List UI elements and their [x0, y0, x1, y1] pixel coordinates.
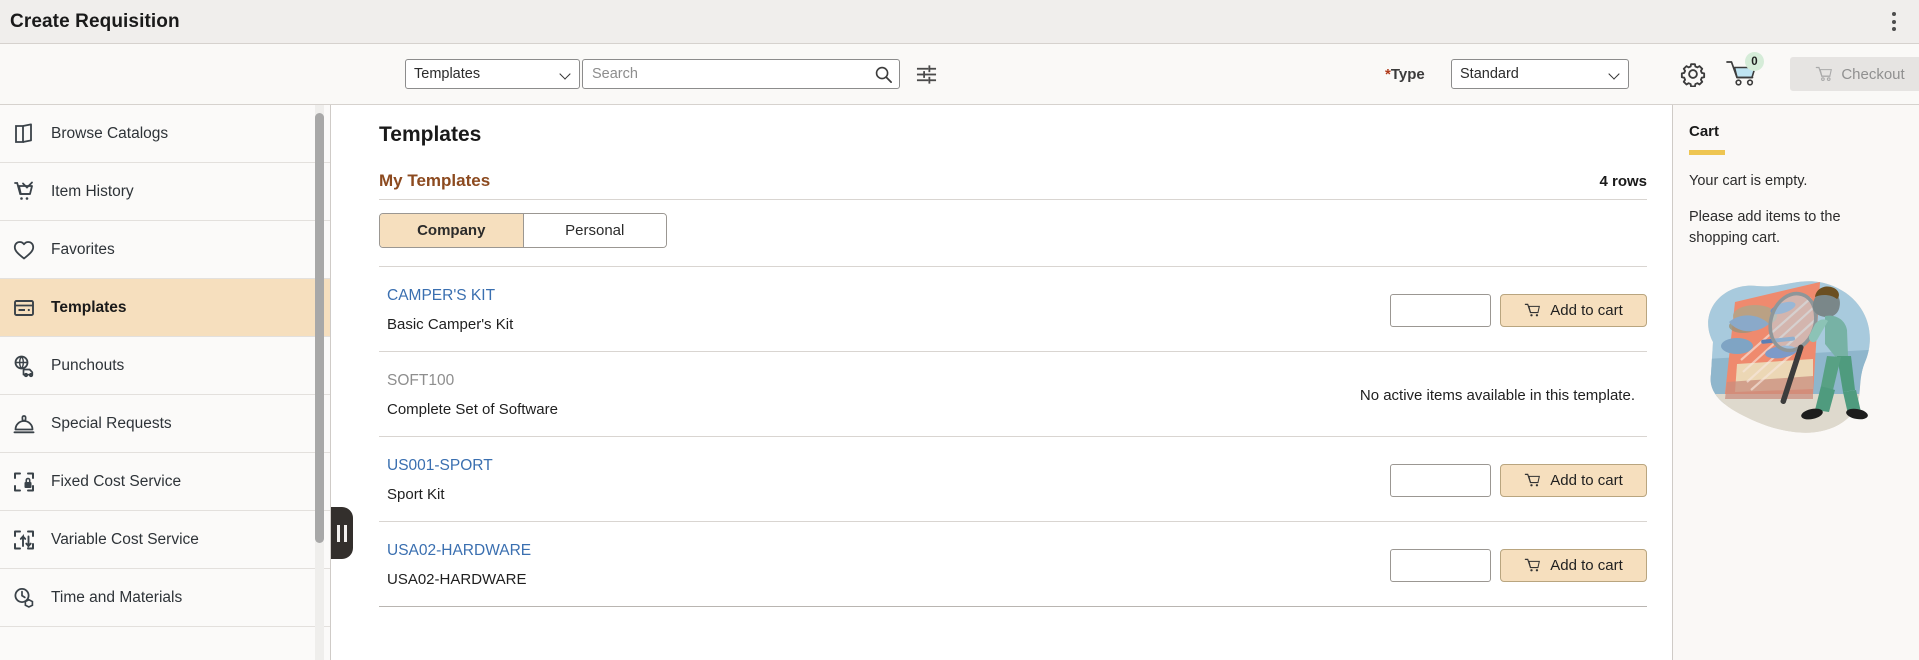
search-toolbar: Templates *Type Standard: [0, 44, 1919, 105]
open-book-icon: [11, 121, 37, 147]
add-to-cart-button[interactable]: Add to cart: [1500, 549, 1647, 582]
sidebar-item-favorites[interactable]: Favorites: [0, 221, 330, 279]
search-scope-select-wrapper: Templates: [0, 59, 580, 89]
table-row: US001-SPORT Sport Kit Add to cart: [379, 436, 1647, 521]
frame-arrows-icon: [11, 527, 37, 553]
page-title: Create Requisition: [0, 11, 180, 33]
collapse-pause-handle-icon[interactable]: [331, 507, 353, 559]
template-description: Basic Camper's Kit: [387, 316, 1390, 333]
cart-icon: [1524, 473, 1541, 488]
frame-lock-icon: [11, 469, 37, 495]
section-title: My Templates: [379, 171, 490, 191]
sidebar-item-label: Special Requests: [51, 415, 172, 433]
template-card-icon: [11, 295, 37, 321]
sidebar-item-punchouts[interactable]: Punchouts: [0, 337, 330, 395]
sidebar-item-special-requests[interactable]: Special Requests: [0, 395, 330, 453]
tab-personal[interactable]: Personal: [524, 214, 667, 247]
template-info: CAMPER'S KIT Basic Camper's Kit: [379, 287, 1390, 333]
sidebar-item-label: Time and Materials: [51, 589, 182, 607]
add-to-cart-button[interactable]: Add to cart: [1500, 294, 1647, 327]
main-page-title: Templates: [379, 123, 1647, 147]
quantity-input[interactable]: [1390, 294, 1491, 327]
cart-title-underline: [1689, 150, 1725, 155]
cart-empty-message-2: Please add items to the shopping cart.: [1689, 207, 1903, 249]
add-to-cart-label: Add to cart: [1550, 472, 1623, 489]
cart-count-badge: 0: [1745, 52, 1764, 71]
type-select-wrapper: Standard: [1451, 59, 1629, 89]
checkout-button-label: Checkout: [1841, 66, 1904, 83]
window-title-bar: Create Requisition: [0, 0, 1919, 44]
quantity-input[interactable]: [1390, 464, 1491, 497]
clock-box-icon: [11, 585, 37, 611]
quantity-input[interactable]: [1390, 549, 1491, 582]
section-header-row: My Templates 4 rows: [379, 171, 1647, 200]
sidebar-item-label: Browse Catalogs: [51, 125, 168, 143]
template-info: SOFT100 Complete Set of Software: [379, 372, 1360, 418]
search-icon[interactable]: [874, 65, 893, 84]
service-bell-icon: [11, 411, 37, 437]
search-scope-select[interactable]: Templates: [405, 59, 580, 89]
template-code-link: SOFT100: [387, 372, 1360, 390]
search-input[interactable]: [592, 66, 874, 82]
globe-truck-icon: [11, 353, 37, 379]
sidebar-item-templates[interactable]: Templates: [0, 279, 330, 337]
list-bottom-rule: [379, 606, 1647, 607]
cart-panel: Cart Your cart is empty. Please add item…: [1672, 105, 1919, 660]
body-container: Browse Catalogs Item History Favorites Temp…: [0, 105, 1919, 660]
sidebar-item-label: Templates: [51, 299, 127, 317]
cart-history-icon: [11, 179, 37, 205]
cart-icon: [1815, 66, 1833, 82]
add-to-cart-label: Add to cart: [1550, 302, 1623, 319]
tab-company[interactable]: Company: [380, 214, 524, 247]
cart-icon: [1524, 558, 1541, 573]
cart-empty-message-1: Your cart is empty.: [1689, 171, 1903, 192]
sidebar-item-label: Variable Cost Service: [51, 531, 199, 549]
template-description: Sport Kit: [387, 486, 1390, 503]
template-info: US001-SPORT Sport Kit: [379, 457, 1390, 503]
add-to-cart-button[interactable]: Add to cart: [1500, 464, 1647, 497]
table-row: USA02-HARDWARE USA02-HARDWARE Add to cart: [379, 521, 1647, 606]
filter-sliders-icon[interactable]: [913, 61, 939, 87]
sidebar-item-label: Item History: [51, 183, 134, 201]
type-select[interactable]: Standard: [1451, 59, 1629, 89]
cart-panel-title: Cart: [1689, 123, 1903, 140]
navigation-sidebar: Browse Catalogs Item History Favorites Temp…: [0, 105, 331, 660]
sidebar-item-variable-cost-service[interactable]: Variable Cost Service: [0, 511, 330, 569]
main-content: Templates My Templates 4 rows CompanyPer…: [331, 105, 1672, 660]
heart-icon: [11, 237, 37, 263]
sidebar-item-fixed-cost-service[interactable]: Fixed Cost Service: [0, 453, 330, 511]
template-unavailable-message: No active items available in this templa…: [1360, 387, 1647, 404]
add-to-cart-label: Add to cart: [1550, 557, 1623, 574]
template-info: USA02-HARDWARE USA02-HARDWARE: [379, 542, 1390, 588]
shopping-cart-icon[interactable]: 0: [1725, 59, 1759, 89]
sidebar-item-label: Favorites: [51, 241, 115, 259]
sidebar-item-time-and-materials[interactable]: Time and Materials: [0, 569, 330, 627]
templates-list: CAMPER'S KIT Basic Camper's Kit Add to car…: [379, 266, 1647, 607]
template-description: Complete Set of Software: [387, 401, 1360, 418]
search-input-wrapper[interactable]: [582, 59, 900, 89]
sidebar-item-item-history[interactable]: Item History: [0, 163, 330, 221]
sidebar-item-browse-catalogs[interactable]: Browse Catalogs: [0, 105, 330, 163]
sidebar-scrollbar[interactable]: [315, 105, 324, 660]
template-scope-tabs: CompanyPersonal: [379, 213, 667, 248]
gear-icon[interactable]: [1680, 61, 1706, 87]
checkout-button[interactable]: Checkout: [1790, 57, 1919, 91]
kebab-menu-icon[interactable]: [1883, 9, 1905, 35]
template-description: USA02-HARDWARE: [387, 571, 1390, 588]
template-code-link[interactable]: USA02-HARDWARE: [387, 542, 1390, 560]
template-code-link[interactable]: CAMPER'S KIT: [387, 287, 1390, 305]
template-code-link[interactable]: US001-SPORT: [387, 457, 1390, 475]
table-row: SOFT100 Complete Set of SoftwareNo active…: [379, 351, 1647, 436]
sidebar-item-label: Punchouts: [51, 357, 124, 375]
rows-count-label: 4 rows: [1599, 173, 1647, 191]
cart-icon: [1524, 303, 1541, 318]
sidebar-scrollbar-thumb[interactable]: [315, 113, 324, 543]
type-field-label: *Type: [1385, 66, 1425, 83]
table-row: CAMPER'S KIT Basic Camper's Kit Add to car…: [379, 266, 1647, 351]
person-with-magnifier-illustration: [1685, 264, 1885, 449]
sidebar-item-label: Fixed Cost Service: [51, 473, 181, 491]
